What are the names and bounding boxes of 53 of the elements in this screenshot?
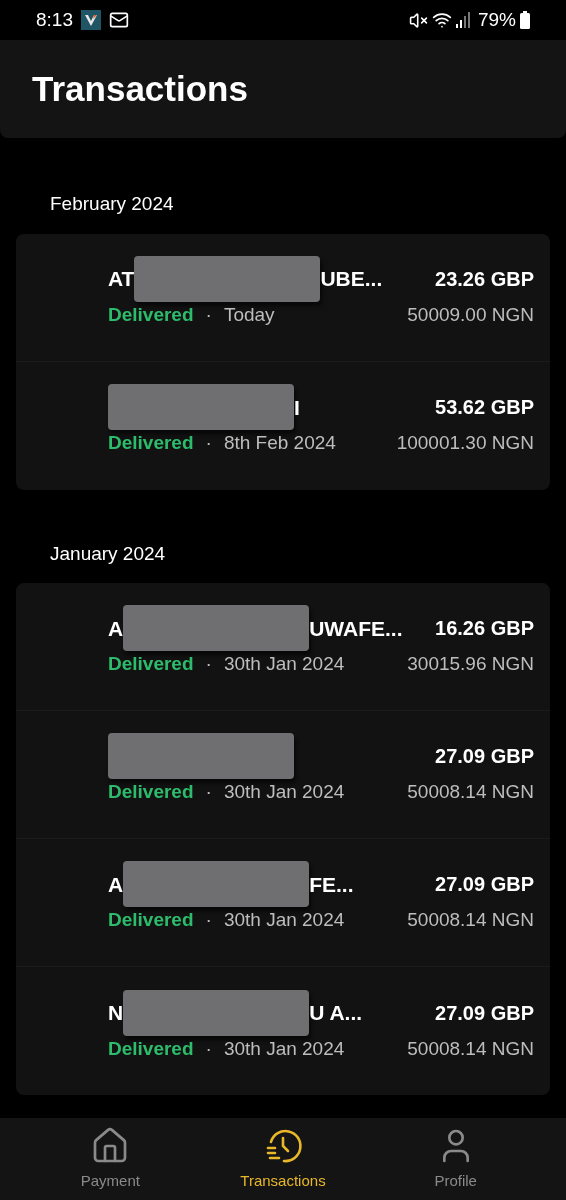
amount-text: 53.62 GBP	[435, 395, 534, 421]
converted-amount: 50009.00 NGN	[407, 302, 534, 327]
signal-icon	[455, 12, 470, 28]
status-label: Delivered	[108, 431, 194, 456]
page-title: Transactions	[32, 67, 248, 110]
app-logo-icon	[81, 10, 101, 30]
recipient-name: FE...	[309, 871, 354, 898]
status-label: Delivered	[108, 652, 194, 677]
recipient-name: A	[108, 615, 124, 642]
amount-text: 27.09 GBP	[435, 744, 534, 770]
separator-dot: ·	[205, 908, 212, 933]
recipient-name: AT	[108, 266, 135, 292]
transaction-date: 30th Jan 2024	[223, 908, 345, 933]
amount-text: 27.09 GBP	[435, 872, 534, 898]
amount-text: 27.09 GBP	[435, 1000, 534, 1026]
converted-amount: 50008.14 NGN	[407, 1036, 534, 1061]
transaction-date: 8th Feb 2024	[223, 431, 336, 456]
status-label: Delivered	[108, 302, 194, 327]
status-time: 8:13	[36, 7, 73, 32]
section-heading: February 2024	[49, 192, 175, 216]
recipient-name: UBE...	[320, 266, 383, 292]
recipient-name: N	[108, 1000, 124, 1026]
separator-dot: ·	[205, 302, 212, 327]
section-heading: January 2024	[49, 541, 167, 566]
converted-amount: 30015.96 NGN	[407, 652, 534, 677]
amount-text: 16.26 GBP	[435, 616, 534, 642]
transaction-date: 30th Jan 2024	[223, 652, 345, 677]
converted-amount: 100001.30 NGN	[396, 431, 534, 456]
separator-dot: ·	[205, 652, 212, 677]
separator-dot: ·	[205, 780, 212, 805]
status-label: Delivered	[108, 1036, 194, 1061]
transaction-date: 30th Jan 2024	[223, 1036, 345, 1061]
battery-percent: 79%	[477, 7, 516, 32]
transaction-date: 30th Jan 2024	[223, 780, 345, 805]
mail-icon	[109, 10, 129, 30]
nav-tab[interactable]: Transactions	[213, 1125, 353, 1193]
transaction-date: Today	[223, 302, 275, 327]
recipient-name: I	[294, 394, 300, 421]
separator-dot: ·	[205, 431, 212, 456]
recipient-name: U A...	[309, 1000, 363, 1026]
status-label: Delivered	[108, 908, 194, 933]
recipient-name: UWAFE...	[309, 615, 403, 642]
mute-icon	[408, 10, 428, 30]
separator-dot: ·	[205, 1036, 212, 1061]
converted-amount: 50008.14 NGN	[407, 780, 534, 805]
battery-icon	[520, 11, 530, 29]
nav-tab[interactable]: Profile	[385, 1125, 526, 1193]
wifi-icon	[431, 10, 452, 30]
converted-amount: 50008.14 NGN	[407, 908, 534, 933]
recipient-name: A	[108, 871, 124, 898]
status-label: Delivered	[108, 780, 194, 805]
amount-text: 23.26 GBP	[435, 266, 534, 292]
nav-tab[interactable]: Payment	[40, 1125, 181, 1193]
